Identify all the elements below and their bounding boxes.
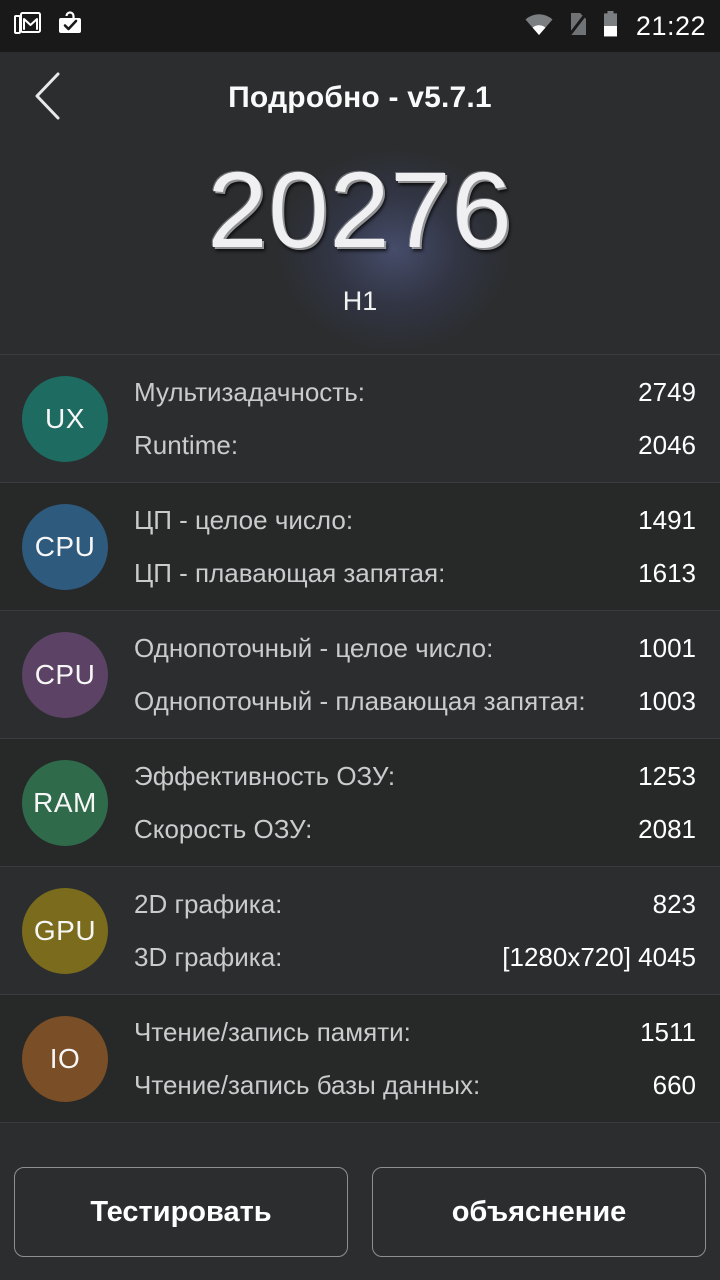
metric-value: 1491 <box>638 504 696 535</box>
metric-label: Мультизадачность: <box>134 376 365 407</box>
gpu-badge-icon: GPU <box>22 887 108 974</box>
metric-value: 2046 <box>638 429 696 460</box>
back-chevron-icon <box>30 70 66 127</box>
status-bar-right-icons: 21:22 <box>524 9 706 43</box>
wifi-icon <box>524 11 554 42</box>
metric-lines: Мультизадачность: 2749 Runtime: 2046 <box>134 377 696 461</box>
metric-value: 823 <box>652 888 696 919</box>
ram-badge-icon: RAM <box>22 759 108 846</box>
metric-row[interactable]: CPU Однопоточный - целое число: 1001 Одн… <box>0 611 720 739</box>
metric-line: Скорость ОЗУ: 2081 <box>134 814 696 845</box>
metric-lines: Однопоточный - целое число: 1001 Однопот… <box>134 633 696 717</box>
metric-line: Чтение/запись базы данных: 660 <box>134 1070 696 1101</box>
metric-line: Однопоточный - плавающая запятая: 1003 <box>134 686 696 717</box>
back-button[interactable] <box>0 52 96 144</box>
no-sim-icon <box>566 9 590 43</box>
metric-row[interactable]: CPU ЦП - целое число: 1491 ЦП - плавающа… <box>0 483 720 611</box>
metric-row[interactable]: UX Мультизадачность: 2749 Runtime: 2046 <box>0 355 720 483</box>
metric-lines: Эффективность ОЗУ: 1253 Скорость ОЗУ: 20… <box>134 761 696 845</box>
metric-label: Однопоточный - плавающая запятая: <box>134 685 586 716</box>
footer-actions: Тестировать объяснение <box>0 1144 720 1280</box>
action-bar: Подробно - v5.7.1 <box>0 52 720 144</box>
status-bar-left-icons <box>14 10 84 43</box>
metric-line: Мультизадачность: 2749 <box>134 377 696 408</box>
metrics-list: UX Мультизадачность: 2749 Runtime: 2046 … <box>0 354 720 1123</box>
io-badge-icon: IO <box>22 1015 108 1102</box>
battery-icon <box>602 10 619 43</box>
metric-value: 2081 <box>638 813 696 844</box>
metric-line: Чтение/запись памяти: 1511 <box>134 1017 696 1048</box>
metric-value: 1253 <box>638 760 696 791</box>
metric-label: Однопоточный - целое число: <box>134 632 494 663</box>
metric-label: Runtime: <box>134 429 239 460</box>
metric-label: 3D графика: <box>134 941 283 972</box>
metric-line: Однопоточный - целое число: 1001 <box>134 633 696 664</box>
metric-label: Эффективность ОЗУ: <box>134 760 396 791</box>
metric-row[interactable]: GPU 2D графика: 823 3D графика: [1280x72… <box>0 867 720 995</box>
metric-label: Скорость ОЗУ: <box>134 813 313 844</box>
metric-line: ЦП - плавающая запятая: 1613 <box>134 558 696 589</box>
metric-lines: Чтение/запись памяти: 1511 Чтение/запись… <box>134 1017 696 1101</box>
ux-badge-icon: UX <box>22 375 108 462</box>
metric-line: 3D графика: [1280x720] 4045 <box>134 942 696 973</box>
status-bar: 21:22 <box>0 0 720 52</box>
metric-label: 2D графика: <box>134 888 283 919</box>
run-test-button[interactable]: Тестировать <box>14 1167 348 1257</box>
score-panel: 20276 H1 <box>0 144 720 354</box>
cpu-multi-badge-icon: CPU <box>22 503 108 590</box>
explanation-button[interactable]: объяснение <box>372 1167 706 1257</box>
metric-value: [1280x720] 4045 <box>502 941 696 972</box>
metric-line: Эффективность ОЗУ: 1253 <box>134 761 696 792</box>
metric-row[interactable]: RAM Эффективность ОЗУ: 1253 Скорость ОЗУ… <box>0 739 720 867</box>
metric-lines: ЦП - целое число: 1491 ЦП - плавающая за… <box>134 505 696 589</box>
device-name: H1 <box>342 286 378 316</box>
metric-label: Чтение/запись базы данных: <box>134 1069 481 1100</box>
metric-row[interactable]: IO Чтение/запись памяти: 1511 Чтение/зап… <box>0 995 720 1123</box>
metric-value: 660 <box>652 1069 696 1100</box>
metric-value: 1511 <box>640 1016 696 1047</box>
metric-value: 1613 <box>638 557 696 588</box>
metric-line: 2D графика: 823 <box>134 889 696 920</box>
metric-line: Runtime: 2046 <box>134 430 696 461</box>
page-title: Подробно - v5.7.1 <box>228 81 492 114</box>
metric-label: ЦП - плавающая запятая: <box>134 557 446 588</box>
metric-lines: 2D графика: 823 3D графика: [1280x720] 4… <box>134 889 696 973</box>
metric-value: 1003 <box>638 685 696 716</box>
metric-label: ЦП - целое число: <box>134 504 354 535</box>
status-bar-clock: 21:22 <box>635 10 706 41</box>
gmail-icon <box>14 10 42 43</box>
metric-label: Чтение/запись памяти: <box>134 1016 411 1047</box>
metric-value: 1001 <box>638 632 696 663</box>
metric-line: ЦП - целое число: 1491 <box>134 505 696 536</box>
total-score: 20276 <box>207 149 513 270</box>
cpu-single-badge-icon: CPU <box>22 631 108 718</box>
work-badge-icon <box>56 10 84 43</box>
metric-value: 2749 <box>638 376 696 407</box>
